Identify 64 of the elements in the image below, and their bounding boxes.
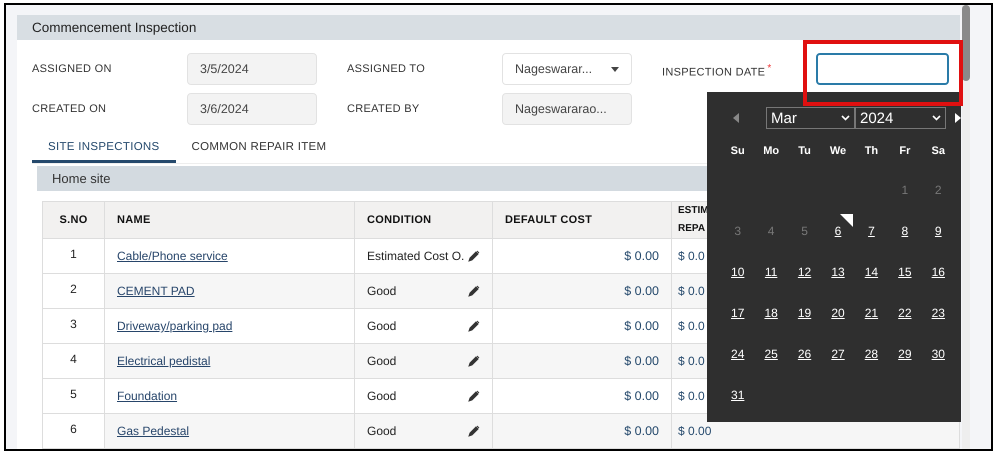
tab[interactable]: SITE INSPECTIONS [32,133,176,163]
item-link[interactable]: CEMENT PAD [117,284,195,298]
scrollbar-thumb[interactable] [962,5,970,81]
table-cell: $ 0.00 [492,414,672,448]
field-label: CREATED BY [347,103,420,116]
weekday-label: Fr [898,144,912,159]
table-cell: 6 [42,414,104,448]
condition-text: Good [367,319,396,333]
previous-arrow-icon[interactable] [733,113,739,123]
year-select[interactable]: 2024 [855,107,946,129]
column-header: NAME [104,202,354,238]
month-select[interactable]: Mar [766,107,855,129]
weekday-label: Mo [762,144,780,159]
pencil-icon[interactable] [468,250,480,262]
chevron-icon [932,115,941,121]
field-label: CREATED ON [32,103,106,116]
item-link[interactable]: Driveway/parking pad [117,319,232,333]
table-cell: $ 0.00 [492,238,672,274]
column-header: DEFAULT COST [492,202,672,238]
item-link[interactable]: Electrical pedistal [117,354,210,368]
item-link[interactable]: Cable/Phone service [117,249,228,263]
field-label: ASSIGNED TO [347,63,426,76]
today-marker-icon [840,214,853,227]
weekday-label: We [828,144,848,159]
tab[interactable]: COMMON REPAIR ITEM [176,133,342,163]
readonly-field: 3/6/2024 [187,93,317,126]
readonly-field: 3/5/2024 [187,53,317,86]
date-input-field[interactable] [816,53,949,86]
pencil-icon[interactable] [468,320,480,332]
condition-text: Estimated Cost O. [367,249,464,263]
pencil-icon[interactable] [468,425,480,437]
table-cell: 2 [42,274,104,308]
pencil-icon[interactable] [468,390,480,402]
item-link[interactable]: Gas Pedestal [117,424,190,438]
pencil-icon[interactable] [468,285,480,297]
column-header: S.NO [42,202,104,238]
table-cell: 5 [42,378,104,414]
table-cell: $ 0.00 [492,344,672,378]
condition-text: Good [367,389,396,403]
condition-text: Good [367,284,396,298]
panel-title: Commencement Inspection [17,15,960,40]
table-cell: $ 0.00 [492,378,672,414]
item-link[interactable]: Foundation [117,389,178,403]
table-cell: 4 [42,344,104,378]
condition-text: Good [367,424,396,438]
readonly-field: Nageswararao... [502,93,632,126]
pencil-icon[interactable] [468,355,480,367]
column-header: CONDITION [354,202,492,238]
assignee-dropdown[interactable]: Nageswarar... [502,53,632,86]
weekday-label: Sa [930,144,946,159]
table-cell: $ 0.00 [492,274,672,308]
table-cell: $ 0.00 [492,308,672,344]
chevron-icon [841,115,850,121]
condition-text: Good [367,354,396,368]
field-label: ASSIGNED ON [32,63,112,76]
field-label: INSPECTION DATE [662,67,766,80]
weekday-label: Th [864,144,880,159]
weekday-label: Su [730,144,746,159]
weekday-label: Tu [797,144,812,159]
required-mark: * [767,63,772,74]
next-arrow-icon[interactable] [955,113,961,123]
table-cell: 1 [42,238,104,274]
table-cell: 3 [42,308,104,344]
caret-icon [611,66,619,72]
